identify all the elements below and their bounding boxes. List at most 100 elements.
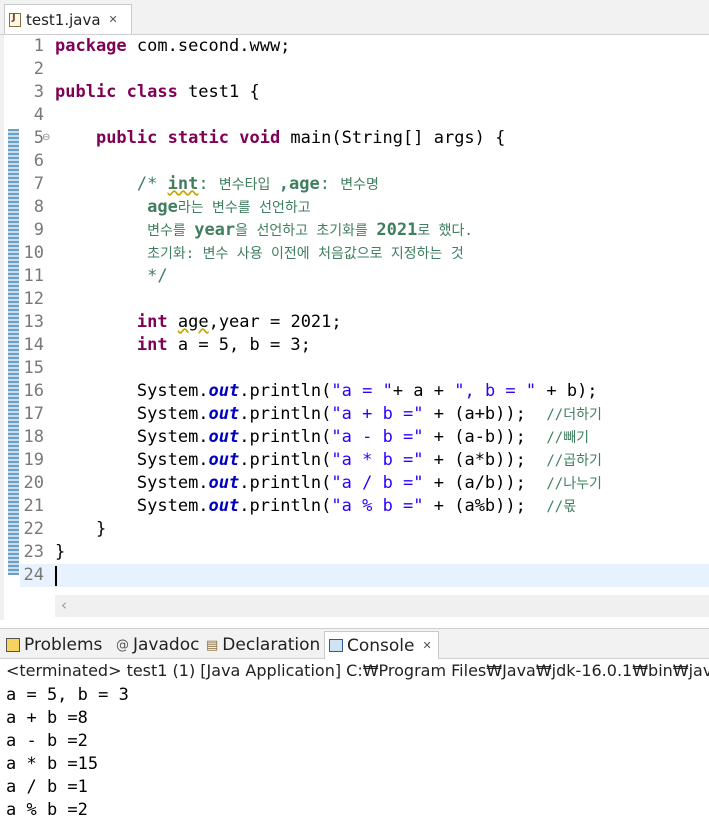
- line-number: 16: [23, 381, 44, 401]
- string-literal: ", b = ": [454, 381, 537, 401]
- tab-label: Console: [347, 635, 415, 656]
- line-number: 12: [23, 289, 44, 309]
- comment: 변수를: [147, 223, 195, 239]
- line-number: 21: [23, 496, 44, 516]
- code-line-13: int age,year = 2021;: [55, 311, 602, 334]
- at-icon: @: [116, 637, 129, 653]
- keyword: int: [136, 335, 168, 355]
- view-tab-bar: Problems @ Javadoc ▤ Declaration Console…: [0, 628, 709, 659]
- close-icon[interactable]: ✕: [109, 13, 118, 26]
- horizontal-scrollbar[interactable]: ‹: [55, 595, 709, 617]
- tab-console[interactable]: Console ✕: [324, 631, 439, 659]
- code-line-3: public class test1 {: [55, 81, 602, 104]
- keyword: public class: [55, 82, 178, 102]
- editor-tab-test1[interactable]: test1.java ✕: [4, 4, 132, 34]
- line-number: 9: [33, 220, 44, 240]
- code-text: + (a%b));: [423, 496, 547, 516]
- output-line: a / b =1: [6, 777, 88, 797]
- tab-problems[interactable]: Problems: [6, 631, 102, 659]
- tab-label: Problems: [24, 635, 103, 655]
- code-line-8: age라는 변수를 선언하고: [55, 196, 602, 219]
- text-caret: [55, 566, 57, 586]
- console-output: a = 5, b = 3 a + b =8 a - b =2 a * b =15…: [6, 684, 129, 822]
- code-line-20: System.out.println("a / b =" + (a/b)); /…: [55, 472, 602, 495]
- comment-word: int: [167, 174, 199, 194]
- line-number: 13: [23, 312, 44, 332]
- code-text: ) {: [474, 128, 506, 148]
- chevron-left-icon[interactable]: ‹: [61, 596, 67, 614]
- code-text: + (a+b));: [423, 404, 547, 424]
- code-text: + (a-b));: [423, 427, 547, 447]
- code-line-16: System.out.println("a = "+ a + ", b = " …: [55, 380, 602, 403]
- comment: //몫: [546, 499, 577, 515]
- line-number: 7: [33, 174, 44, 194]
- code-text: + b);: [536, 381, 598, 401]
- line-number: 19: [23, 450, 44, 470]
- output-line: a = 5, b = 3: [6, 685, 129, 705]
- static-field: out: [208, 404, 240, 424]
- comment: 로 했다.: [417, 223, 473, 239]
- code-text: args: [433, 128, 475, 148]
- line-number: 1: [33, 36, 44, 56]
- output-line: a + b =8: [6, 708, 88, 728]
- code-text: System.: [136, 381, 209, 401]
- line-number: 2: [33, 59, 44, 79]
- code-text: + a +: [392, 381, 455, 401]
- code-text: System.: [136, 473, 209, 493]
- code-text: System.: [136, 404, 209, 424]
- unused-variable[interactable]: age: [178, 312, 209, 332]
- close-icon[interactable]: ✕: [423, 639, 432, 652]
- line-number: 22: [23, 519, 44, 539]
- code-line-18: System.out.println("a - b =" + (a-b)); /…: [55, 426, 602, 449]
- static-field: out: [208, 496, 240, 516]
- code-text: main(String[]: [280, 128, 434, 148]
- code-text: ,year = 2021;: [208, 312, 342, 332]
- code-text: + (a/b));: [423, 473, 547, 493]
- tab-label: Declaration: [222, 635, 321, 655]
- output-line: a * b =15: [6, 754, 99, 774]
- comment: 변수명: [340, 177, 379, 193]
- tab-declaration[interactable]: ▤ Declaration: [206, 631, 320, 659]
- change-ruler: [8, 129, 19, 575]
- string-literal: "a - b =": [331, 427, 424, 447]
- comment: //곱하기: [546, 453, 602, 469]
- comment: 변수타입: [218, 177, 279, 193]
- line-number: 10: [23, 243, 44, 263]
- code-text: test1 {: [177, 82, 260, 102]
- comment: :: [198, 174, 219, 194]
- static-field: out: [208, 427, 240, 447]
- line-number: 23: [23, 542, 44, 562]
- string-literal: "a % b =": [331, 496, 424, 516]
- console-icon: [329, 639, 343, 652]
- tab-javadoc[interactable]: @ Javadoc: [116, 631, 199, 659]
- line-number-gutter: 1 2 3 4 5 6 7 8 9 10 11 12 13 14 15 16 1…: [20, 35, 44, 587]
- comment: 초기화: 변수 사용 이전에 처음값으로 지정하는 것: [147, 246, 464, 262]
- code-line-11: */: [55, 265, 602, 288]
- code-line-9: 변수를 year을 선언하고 초기화를 2021로 했다.: [55, 219, 602, 242]
- code-text: .println(: [239, 473, 332, 493]
- code-line-22: }: [55, 518, 602, 541]
- code-line-5: public static void main(String[] args) {: [55, 127, 602, 150]
- code-lines: package com.second.www; public class tes…: [55, 35, 602, 587]
- code-text: a = 5, b = 3;: [167, 335, 311, 355]
- code-editor[interactable]: ⊖ 1 2 3 4 5 6 7 8 9 10 11 12 13 14 15 16…: [0, 35, 709, 620]
- static-field: out: [208, 381, 240, 401]
- code-text: com.second.www;: [126, 36, 291, 56]
- code-line-21: System.out.println("a % b =" + (a%b)); /…: [55, 495, 602, 518]
- comment: :: [319, 174, 341, 194]
- code-line-14: int a = 5, b = 3;: [55, 334, 602, 357]
